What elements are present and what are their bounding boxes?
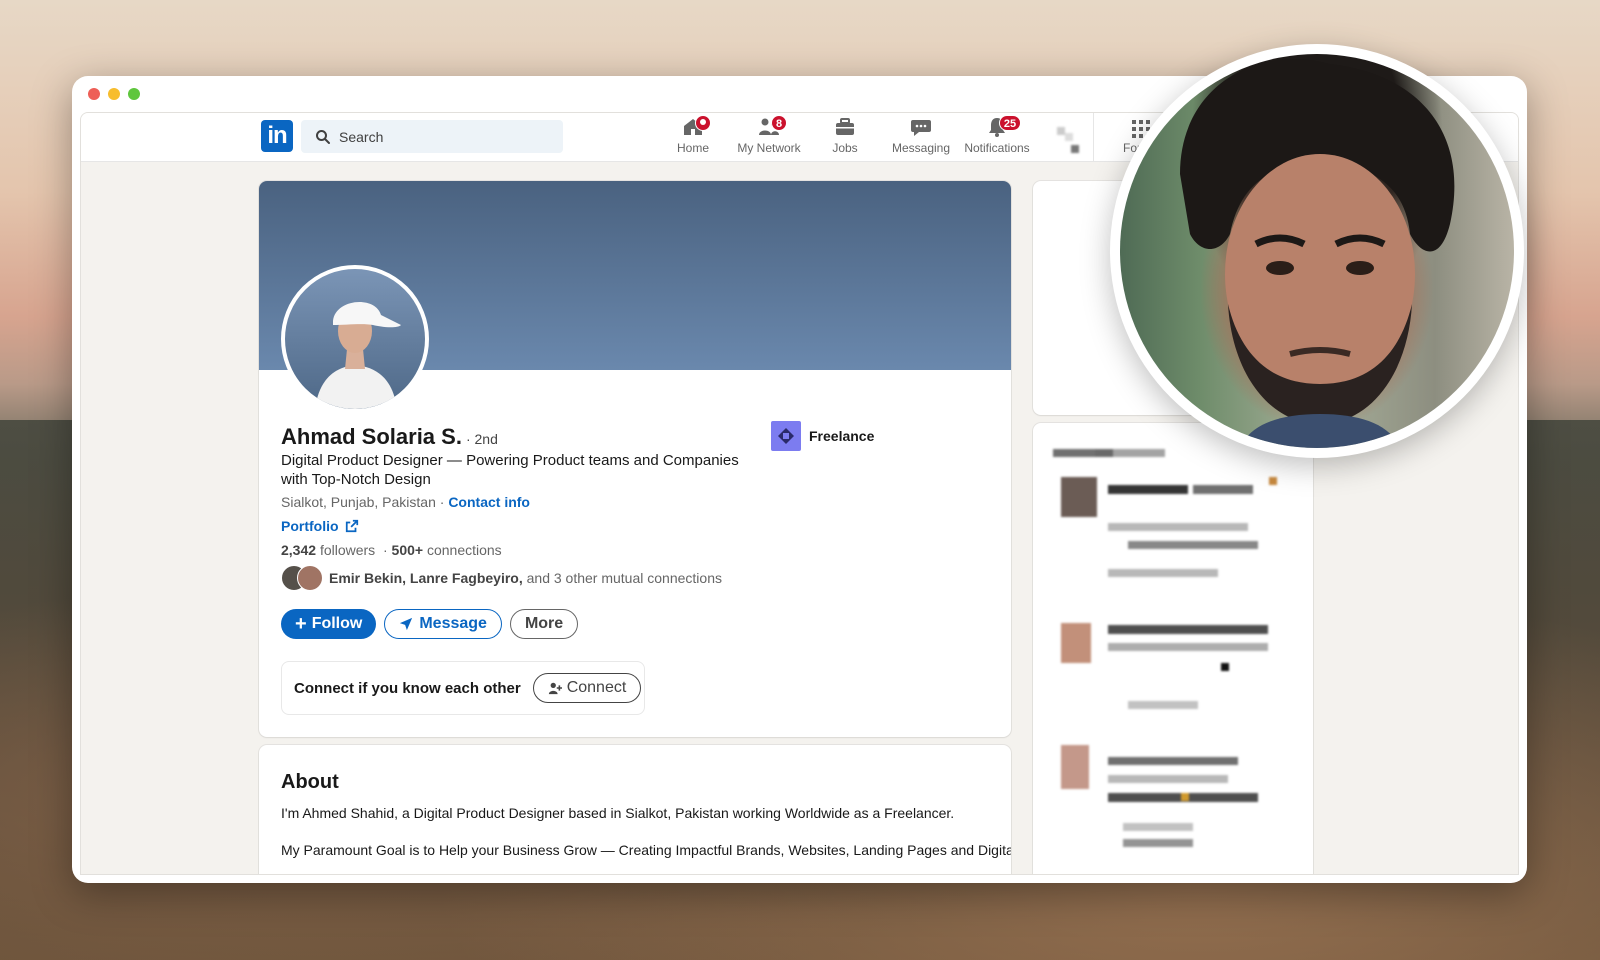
nav-my-network[interactable]: 8 My Network (731, 113, 807, 161)
nav-items: Home 8 My Network Jobs Messaging 25 Noti… (655, 113, 1035, 161)
search-icon (316, 129, 330, 144)
profile-headline: Digital Product Designer — Powering Prod… (281, 452, 739, 488)
profile-photo[interactable] (281, 265, 429, 413)
search-bar[interactable]: Search (301, 120, 563, 153)
nav-jobs[interactable]: Jobs (807, 113, 883, 161)
send-icon (400, 617, 413, 631)
follow-button[interactable]: + Follow (281, 609, 377, 639)
message-label: Message (419, 615, 487, 632)
connections-count[interactable]: 500+ (392, 542, 424, 558)
close-window-button[interactable] (88, 88, 100, 100)
overlay-portrait-frame (1110, 44, 1524, 458)
network-badge: 8 (771, 115, 787, 131)
window-controls (88, 88, 140, 100)
search-placeholder[interactable]: Search (339, 129, 383, 145)
nav-messaging[interactable]: Messaging (883, 113, 959, 161)
contact-info-link[interactable]: Contact info (448, 494, 530, 510)
profile-actions: + Follow Message More (281, 609, 579, 639)
connect-button[interactable]: Connect (532, 673, 642, 703)
profile-photo-illustration (315, 302, 401, 409)
briefcase-icon (836, 118, 854, 135)
portfolio-link[interactable]: Portfolio (281, 518, 359, 534)
home-badge (695, 115, 711, 131)
portrait-illustration (1180, 58, 1455, 448)
nav-home-label: Home (676, 141, 709, 155)
connections-label: connections (426, 542, 502, 558)
profile-card: Ahmad Solaria S. · 2nd Digital Product D… (259, 181, 1011, 737)
mutual-avatar (297, 565, 323, 591)
nav-home[interactable]: Home (655, 113, 731, 161)
profile-location: Sialkot, Punjab, Pakistan · (281, 494, 445, 510)
profile-name-row: Ahmad Solaria S. · 2nd (281, 424, 498, 450)
messaging-icon (911, 120, 931, 136)
more-button[interactable]: More (509, 609, 579, 639)
connect-prompt: Connect if you know each other Connect (281, 661, 645, 715)
nav-notifications[interactable]: 25 Notifications (959, 113, 1035, 161)
about-paragraph-1: I'm Ahmed Shahid, a Digital Product Desi… (281, 805, 955, 821)
mutual-rest: and 3 other mutual connections (526, 570, 722, 586)
followers-count: 2,342 (281, 542, 317, 558)
nav-my-network-label: My Network (737, 141, 801, 155)
nav-notifications-label: Notifications (964, 141, 1030, 155)
me-avatar[interactable] (1051, 119, 1081, 155)
nav-jobs-label: Jobs (832, 141, 858, 155)
company-logo (771, 421, 801, 451)
notifications-badge: 25 (999, 115, 1021, 131)
plus-icon: + (295, 613, 307, 635)
overlay-portrait-photo (1120, 54, 1514, 448)
profile-name: Ahmad Solaria S. (281, 424, 462, 449)
current-company[interactable]: Freelance (771, 421, 874, 451)
sidebar-card-suggestions (1033, 423, 1313, 874)
connect-label: Connect (566, 679, 627, 696)
followers-label: followers (319, 542, 376, 558)
linkedin-logo[interactable]: in (261, 120, 293, 152)
about-title: About (281, 771, 339, 793)
maximize-window-button[interactable] (128, 88, 140, 100)
add-person-icon (548, 682, 562, 695)
mutual-names: Emir Bekin, Lanre Fagbeyiro, (329, 570, 523, 586)
portfolio-label: Portfolio (281, 518, 339, 534)
connection-degree: · 2nd (465, 431, 498, 447)
more-label: More (524, 615, 564, 632)
company-logo-icon (778, 428, 794, 444)
minimize-window-button[interactable] (108, 88, 120, 100)
company-name: Freelance (809, 428, 875, 444)
follower-counts: 2,342 followers · 500+ connections (281, 542, 502, 558)
message-button[interactable]: Message (384, 609, 502, 639)
nav-separator (1093, 113, 1094, 161)
external-link-icon (345, 519, 358, 533)
mutual-avatars (281, 565, 323, 591)
mutual-connections[interactable]: Emir Bekin, Lanre Fagbeyiro, and 3 other… (281, 565, 722, 591)
nav-messaging-label: Messaging (891, 141, 951, 155)
location-row: Sialkot, Punjab, Pakistan · Contact info (281, 494, 530, 510)
connect-prompt-text: Connect if you know each other (294, 679, 521, 697)
follow-label: Follow (311, 615, 363, 632)
about-card: About I'm Ahmed Shahid, a Digital Produc… (259, 745, 1011, 874)
about-paragraph-2: My Paramount Goal is to Help your Busine… (281, 842, 1011, 858)
